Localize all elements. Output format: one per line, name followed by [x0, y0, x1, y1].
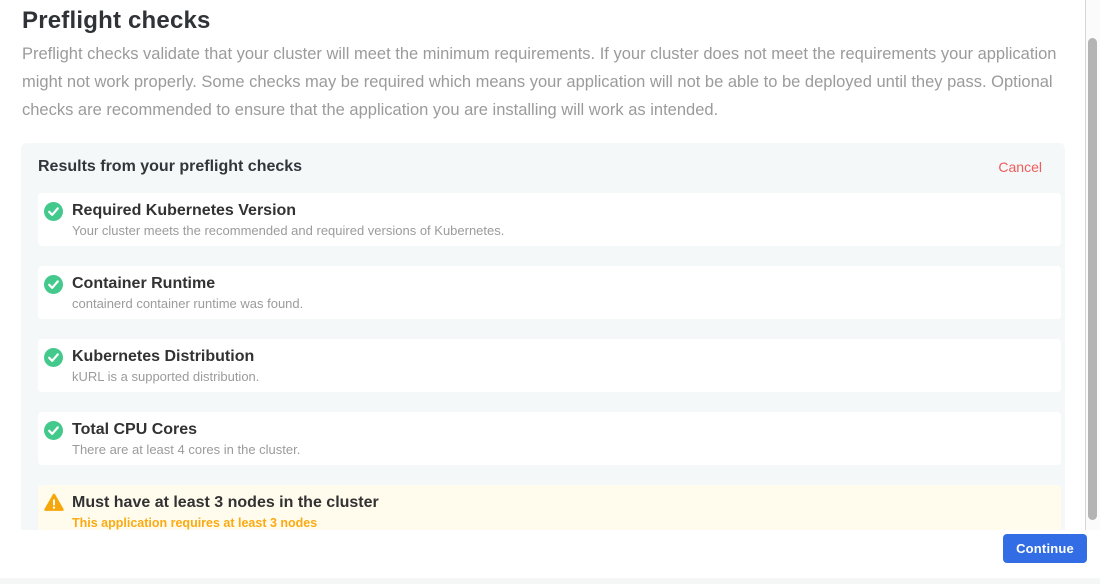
scrollbar-thumb[interactable]: [1088, 38, 1097, 520]
warning-triangle-icon: [44, 493, 63, 512]
check-message: containerd container runtime was found.: [72, 297, 1051, 311]
check-circle-icon: [44, 202, 63, 221]
results-heading: Results from your preflight checks: [38, 158, 302, 176]
check-list: Required Kubernetes Version Your cluster…: [38, 193, 1061, 530]
check-message: This application requires at least 3 nod…: [72, 516, 1051, 530]
check-row: Total CPU Cores There are at least 4 cor…: [38, 412, 1061, 465]
check-row: Kubernetes Distribution kURL is a suppor…: [38, 339, 1061, 392]
preflight-page: Preflight checks Preflight checks valida…: [0, 0, 1100, 584]
continue-button[interactable]: Continue: [1003, 534, 1087, 563]
results-panel-header: Results from your preflight checks Cance…: [21, 143, 1065, 176]
check-message: There are at least 4 cores in the cluste…: [72, 443, 1051, 457]
check-row: Container Runtime containerd container r…: [38, 266, 1061, 319]
page-description: Preflight checks validate that your clus…: [22, 40, 1064, 124]
check-circle-icon: [44, 421, 63, 440]
check-title: Container Runtime: [72, 274, 1051, 293]
cancel-link[interactable]: Cancel: [998, 159, 1042, 175]
check-message: Your cluster meets the recommended and r…: [72, 224, 1051, 238]
check-title: Required Kubernetes Version: [72, 201, 1051, 220]
results-panel: Results from your preflight checks Cance…: [21, 143, 1065, 530]
check-circle-icon: [44, 275, 63, 294]
check-title: Total CPU Cores: [72, 420, 1051, 439]
check-message: kURL is a supported distribution.: [72, 370, 1051, 384]
check-row: Must have at least 3 nodes in the cluste…: [38, 485, 1061, 530]
content-scroll-divider: [1085, 0, 1086, 530]
check-title: Must have at least 3 nodes in the cluste…: [72, 493, 1051, 512]
check-circle-icon: [44, 348, 63, 367]
bottom-strip: [0, 578, 1100, 584]
check-row: Required Kubernetes Version Your cluster…: [38, 193, 1061, 246]
check-title: Kubernetes Distribution: [72, 347, 1051, 366]
footer-bar: Continue: [0, 530, 1100, 578]
page-title: Preflight checks: [22, 7, 211, 35]
